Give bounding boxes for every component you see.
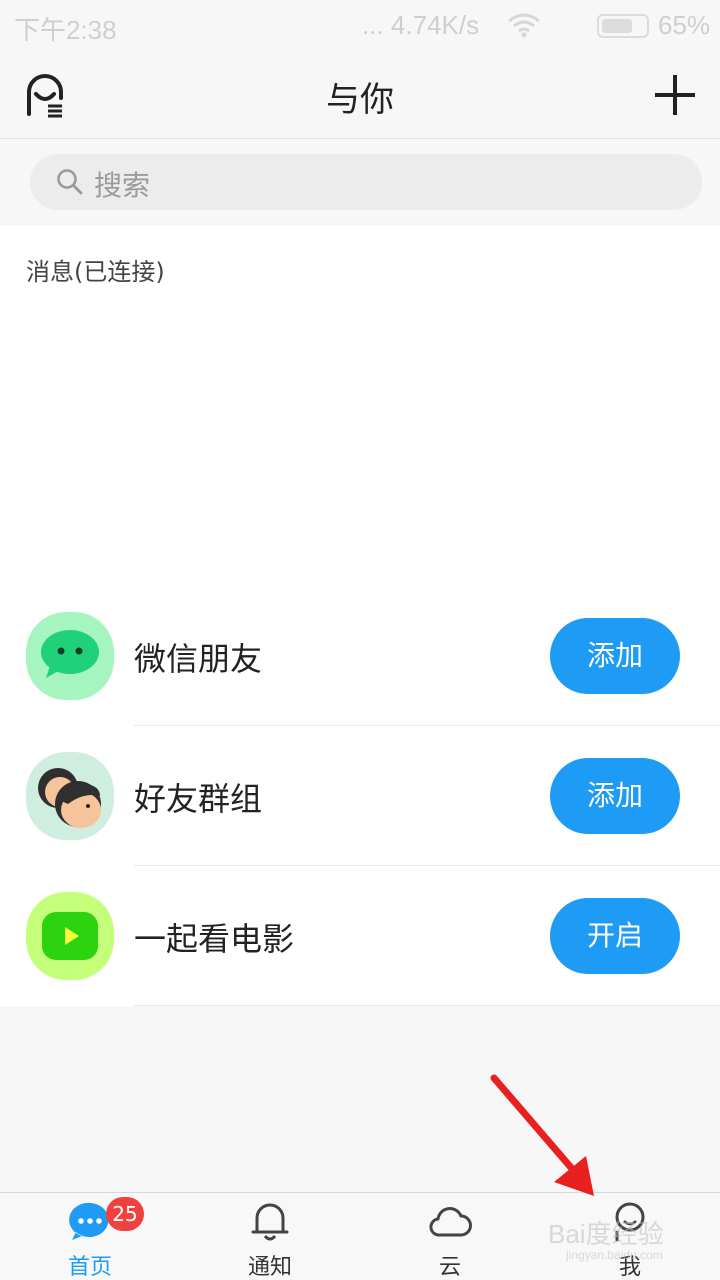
- unread-badge: 25: [106, 1197, 144, 1231]
- status-bar: 下午2:38 ... 4.74K/s 65%: [0, 0, 720, 52]
- friends-group-icon: [26, 752, 114, 840]
- item-name: 一起看电影: [134, 920, 295, 958]
- enable-movie-button[interactable]: 开启: [550, 898, 680, 974]
- tab-notifications[interactable]: 通知: [180, 1193, 360, 1280]
- tab-label: 通知: [247, 1255, 292, 1280]
- search-input[interactable]: 搜索: [30, 154, 702, 210]
- watermark: Bai度经验: [548, 1219, 664, 1249]
- tab-cloud[interactable]: 云: [360, 1193, 540, 1280]
- page-title: 与你: [326, 80, 394, 120]
- plus-icon[interactable]: [652, 72, 698, 118]
- wechat-icon: [26, 612, 114, 700]
- section-label: 消息(已连接): [26, 258, 165, 286]
- search-placeholder: 搜索: [94, 169, 151, 202]
- cloud-icon: [428, 1199, 472, 1243]
- tab-label: 云: [438, 1255, 461, 1280]
- movie-play-icon: [26, 892, 114, 980]
- chat-bubble-icon: [68, 1199, 112, 1243]
- divider: [134, 1005, 720, 1006]
- item-name: 微信朋友: [134, 640, 263, 678]
- list-item-friend-group[interactable]: 好友群组 添加: [0, 726, 720, 866]
- tab-home[interactable]: 25 首页: [0, 1193, 180, 1280]
- bell-icon: [248, 1199, 292, 1243]
- list-item-movie[interactable]: 一起看电影 开启: [0, 866, 720, 1006]
- network-speed: ... 4.74K/s: [362, 10, 480, 40]
- battery-icon: [597, 14, 649, 38]
- wifi-icon: [507, 12, 541, 45]
- message-panel: 消息(已连接) 微信朋友 添加 好友群组 添加 一起看电影 开启: [0, 226, 720, 1006]
- status-time: 下午2:38: [14, 15, 117, 45]
- item-name: 好友群组: [134, 780, 263, 818]
- watermark-url: jingyan.baidu.com: [566, 1248, 663, 1262]
- red-arrow-annotation: [488, 1074, 608, 1204]
- battery-percent: 65%: [658, 10, 711, 40]
- search-area: 搜索: [0, 140, 720, 226]
- tab-label: 首页: [67, 1255, 112, 1280]
- search-icon: [56, 168, 84, 196]
- list-item-wechat[interactable]: 微信朋友 添加: [0, 586, 720, 726]
- add-friend-group-button[interactable]: 添加: [550, 758, 680, 834]
- top-bar: 与你: [0, 52, 720, 139]
- add-wechat-friends-button[interactable]: 添加: [550, 618, 680, 694]
